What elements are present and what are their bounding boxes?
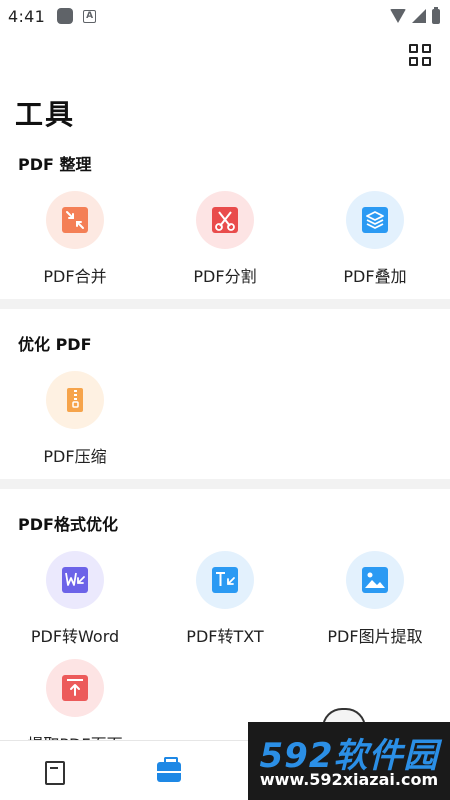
tool-label: PDF分割	[193, 267, 257, 286]
section-title-optimize: 优化 PDF	[18, 335, 92, 354]
app-notification-icon	[57, 8, 74, 24]
tool-label: PDF图片提取	[327, 627, 423, 646]
tool-label: PDF压缩	[43, 447, 107, 466]
section-title-format: PDF格式优化	[18, 515, 118, 534]
grid-icon	[409, 44, 418, 53]
files-tab-icon[interactable]	[45, 761, 65, 785]
merge-icon	[62, 207, 88, 233]
section-title-organize: PDF 整理	[18, 155, 92, 174]
section-divider	[0, 299, 450, 309]
status-bar: 4:41 A	[0, 0, 450, 32]
image-icon	[362, 567, 388, 593]
tool-pdf-merge[interactable]: PDF合并	[0, 191, 150, 301]
tool-label: PDF转TXT	[186, 627, 264, 646]
tools-tab-icon[interactable]	[157, 757, 181, 782]
word-icon	[62, 567, 88, 593]
tool-pdf-split[interactable]: PDF分割	[150, 191, 300, 301]
section-divider	[0, 479, 450, 489]
status-indicators	[390, 6, 440, 24]
tool-pdf-to-txt[interactable]: PDF转TXT	[150, 551, 300, 661]
tool-label: PDF叠加	[343, 267, 407, 286]
tool-label: PDF转Word	[30, 627, 120, 646]
a-notification-icon: A	[83, 9, 97, 23]
tool-label: PDF合并	[43, 267, 107, 286]
txt-icon	[212, 567, 238, 593]
tool-pdf-image-extract[interactable]: PDF图片提取	[300, 551, 450, 661]
grid-view-button[interactable]	[409, 44, 433, 68]
page-title: 工具	[15, 98, 76, 131]
layers-icon	[362, 207, 388, 233]
extract-page-icon	[62, 675, 88, 701]
signal-icon	[412, 9, 426, 23]
tool-pdf-compress[interactable]: PDF压缩	[0, 371, 150, 481]
scissors-icon	[212, 207, 238, 233]
zip-icon	[67, 388, 83, 412]
tool-pdf-overlay[interactable]: PDF叠加	[300, 191, 450, 301]
tool-pdf-to-word[interactable]: PDF转Word	[0, 551, 150, 661]
watermark-url: www.592xiazai.com	[259, 770, 439, 789]
wifi-icon	[390, 9, 406, 23]
status-time: 4:41	[8, 6, 46, 26]
watermark: 592软件园 www.592xiazai.com	[248, 722, 450, 800]
battery-icon	[432, 6, 440, 24]
